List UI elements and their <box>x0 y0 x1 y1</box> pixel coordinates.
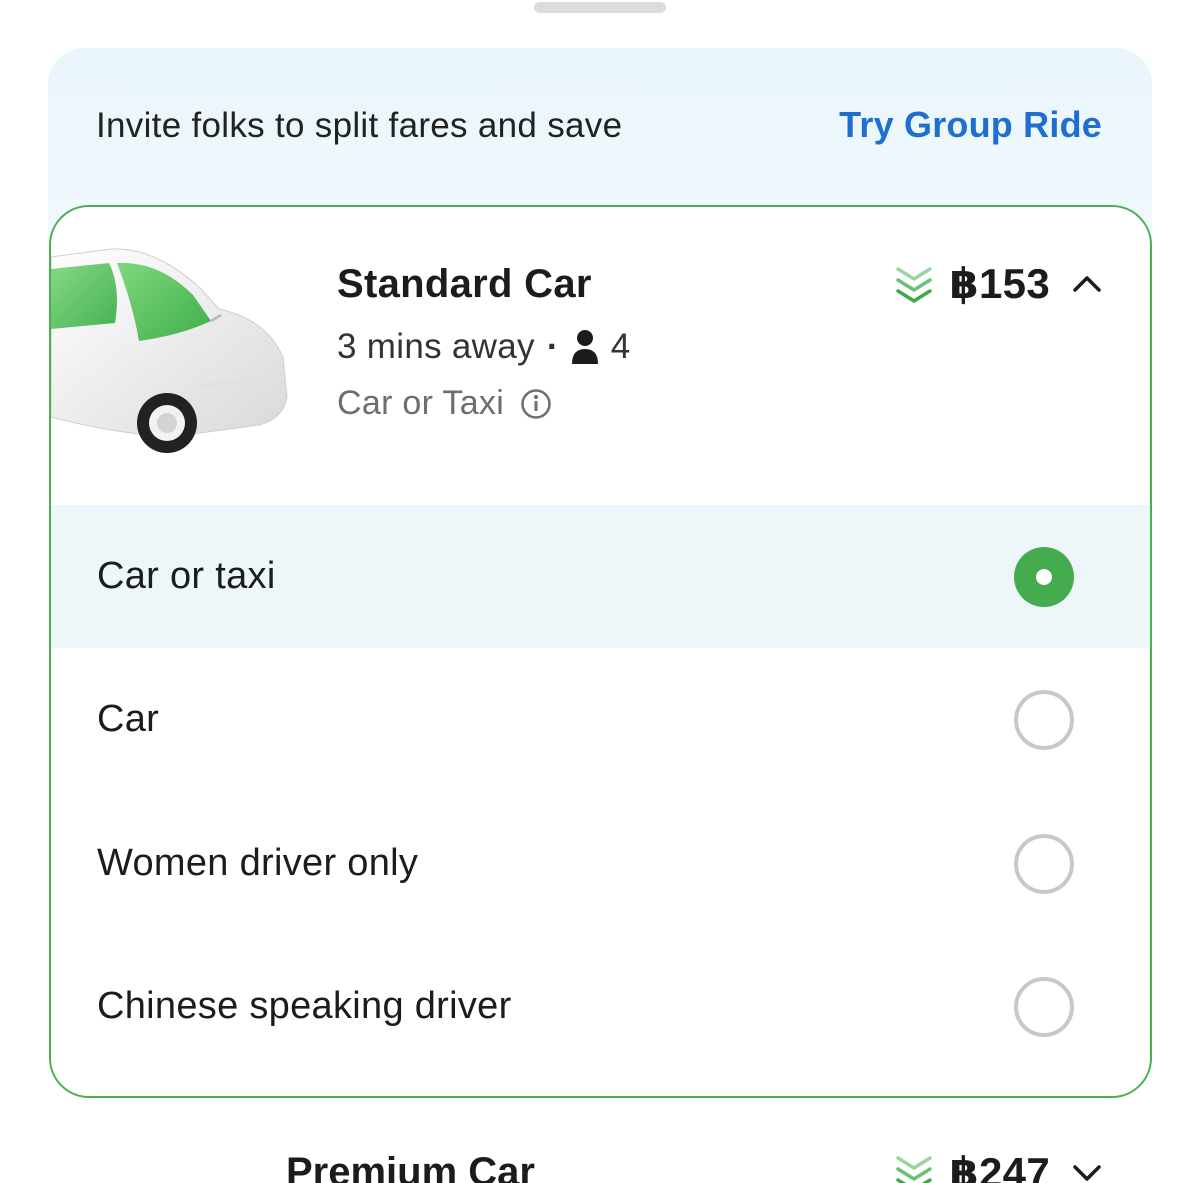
ride-meta: 3 mins away · 4 <box>337 327 631 367</box>
radio-unselected[interactable] <box>1014 976 1074 1037</box>
option-label: Car <box>97 698 160 740</box>
option-label: Car or taxi <box>97 555 276 597</box>
ride-title: Standard Car <box>337 262 592 306</box>
group-ride-banner-text: Invite folks to split fares and save <box>96 106 623 145</box>
triple-chevron-down-icon <box>895 266 932 303</box>
option-car[interactable]: Car <box>51 648 1150 791</box>
price-area: ฿153 <box>894 259 1105 308</box>
person-icon <box>571 330 598 364</box>
ride-option-card-standard[interactable]: Standard Car 3 mins away · 4 Car or Taxi… <box>49 205 1152 1098</box>
radio-unselected[interactable] <box>1014 833 1074 894</box>
next-ride-price: ฿247 <box>949 1149 1050 1183</box>
option-label: Chinese speaking driver <box>97 985 512 1027</box>
info-icon[interactable] <box>520 388 552 420</box>
seat-count: 4 <box>610 327 631 366</box>
sheet-drag-handle[interactable] <box>534 2 666 13</box>
option-car-or-taxi[interactable]: Car or taxi <box>51 505 1150 648</box>
ride-option-row-premium[interactable]: Premium Car ฿247 <box>0 1140 1200 1183</box>
car-image <box>51 248 288 453</box>
radio-unselected[interactable] <box>1014 689 1074 750</box>
ride-category: Car or Taxi <box>337 384 552 423</box>
option-women-driver-only[interactable]: Women driver only <box>51 792 1150 935</box>
next-ride-price-area: ฿247 <box>894 1148 1105 1183</box>
next-ride-title: Premium Car <box>286 1150 535 1183</box>
option-label: Women driver only <box>97 842 419 884</box>
meta-separator: · <box>546 327 559 366</box>
chevron-down-icon[interactable] <box>1070 1156 1104 1183</box>
try-group-ride-link[interactable]: Try Group Ride <box>839 104 1102 146</box>
ride-category-text: Car or Taxi <box>337 384 505 422</box>
chevron-up-icon[interactable] <box>1070 267 1104 301</box>
option-chinese-speaking-driver[interactable]: Chinese speaking driver <box>51 935 1150 1078</box>
ride-price: ฿153 <box>949 260 1050 307</box>
eta-text: 3 mins away <box>337 327 535 366</box>
triple-chevron-down-icon <box>895 1155 932 1183</box>
radio-selected[interactable] <box>1014 546 1074 607</box>
